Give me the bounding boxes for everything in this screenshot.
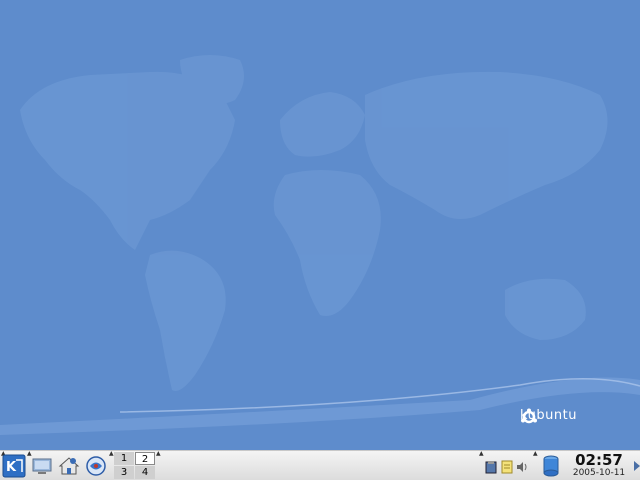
panel-applet-arrow-icon[interactable]: ▲ (533, 451, 538, 457)
konqueror-icon (86, 456, 106, 476)
clock-time: 02:57 (575, 451, 623, 469)
volume-icon (517, 462, 527, 472)
file-manager-button[interactable] (57, 454, 81, 478)
svg-text:K: K (6, 460, 17, 475)
panel-hide-button[interactable] (634, 461, 640, 471)
panel-applet-arrow-icon[interactable]: ▲ (109, 451, 114, 457)
home-icon (58, 457, 80, 475)
notes-tray-item[interactable] (500, 459, 514, 474)
storage-icon (543, 455, 559, 477)
kicker-panel: ▲ K ▲ ▲ 1 2 3 4 ▲ ▲ ▲ 02:57 2005-10-11 (0, 450, 640, 480)
volume-tray-item[interactable] (515, 459, 529, 473)
kubuntu-branding: kubuntu (520, 408, 577, 424)
storage-tray-item[interactable] (542, 455, 560, 477)
show-desktop-button[interactable] (30, 454, 54, 478)
kubuntu-logo-icon (521, 408, 537, 424)
notes-icon (501, 460, 513, 474)
desktop-icon (32, 458, 52, 474)
world-map-wallpaper (0, 55, 640, 435)
chevron-right-icon (634, 461, 640, 471)
k-menu-button[interactable]: K (2, 454, 26, 478)
desktop-pager: 1 2 3 4 (114, 452, 156, 480)
pager-desktop-2[interactable]: 2 (135, 452, 155, 465)
klipper-tray-item[interactable] (484, 459, 498, 474)
klipper-icon (485, 461, 497, 474)
panel-applet-arrow-icon[interactable]: ▲ (479, 451, 484, 457)
pager-desktop-1[interactable]: 1 (114, 452, 134, 465)
clock[interactable]: 02:57 2005-10-11 (566, 451, 632, 480)
panel-applet-arrow-icon[interactable]: ▲ (156, 451, 161, 457)
pager-desktop-3[interactable]: 3 (114, 466, 134, 479)
desktop[interactable]: kubuntu (0, 0, 640, 450)
k-menu-icon: K (2, 454, 26, 478)
web-browser-button[interactable] (84, 454, 108, 478)
pager-desktop-4[interactable]: 4 (135, 466, 155, 479)
clock-date: 2005-10-11 (572, 468, 626, 478)
